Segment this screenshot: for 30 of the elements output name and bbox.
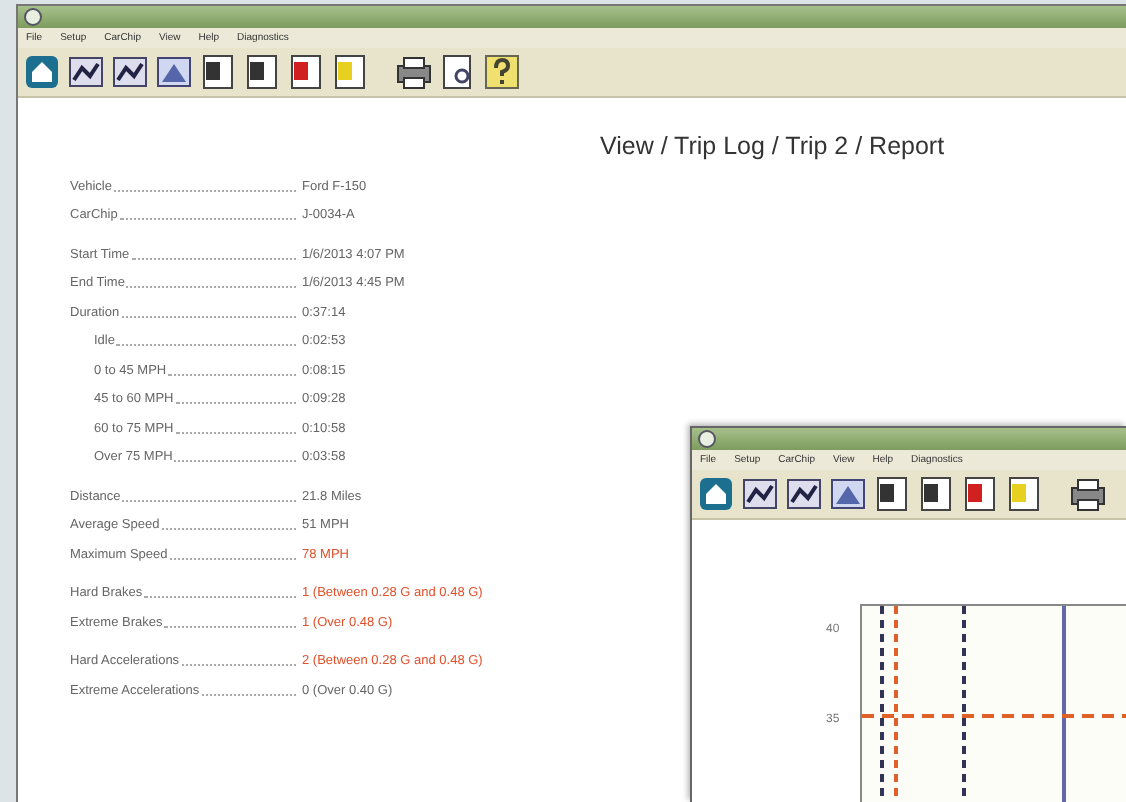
picture-icon[interactable] <box>156 54 192 90</box>
document-icon[interactable] <box>288 54 324 90</box>
chart-icon[interactable] <box>742 476 778 512</box>
leader-line <box>174 460 296 462</box>
document-icon[interactable] <box>200 54 236 90</box>
chart-icon[interactable] <box>68 54 104 90</box>
help-icon[interactable] <box>484 54 520 90</box>
document-icon[interactable] <box>244 54 280 90</box>
leader-line <box>181 664 296 666</box>
picture-icon[interactable] <box>830 476 866 512</box>
home-icon[interactable] <box>24 54 60 90</box>
printer-icon[interactable] <box>396 54 432 90</box>
leader-line <box>175 431 296 433</box>
page-heading: View / Trip Log / Trip 2 / Report <box>600 132 945 160</box>
leader-line <box>201 693 296 695</box>
document-icon[interactable] <box>332 54 368 90</box>
home-icon[interactable] <box>698 476 734 512</box>
leader-line <box>161 528 296 530</box>
leader-line <box>164 625 296 627</box>
leader-line <box>169 557 296 559</box>
page-preview-icon[interactable] <box>440 54 476 90</box>
chart-icon[interactable] <box>786 476 822 512</box>
printer-icon[interactable] <box>1070 476 1106 512</box>
document-icon[interactable] <box>874 476 910 512</box>
leader-line <box>168 373 296 375</box>
document-icon[interactable] <box>918 476 954 512</box>
leader-line <box>175 402 296 404</box>
chart-icon[interactable] <box>112 54 148 90</box>
document-icon[interactable] <box>1006 476 1042 512</box>
document-icon[interactable] <box>962 476 998 512</box>
